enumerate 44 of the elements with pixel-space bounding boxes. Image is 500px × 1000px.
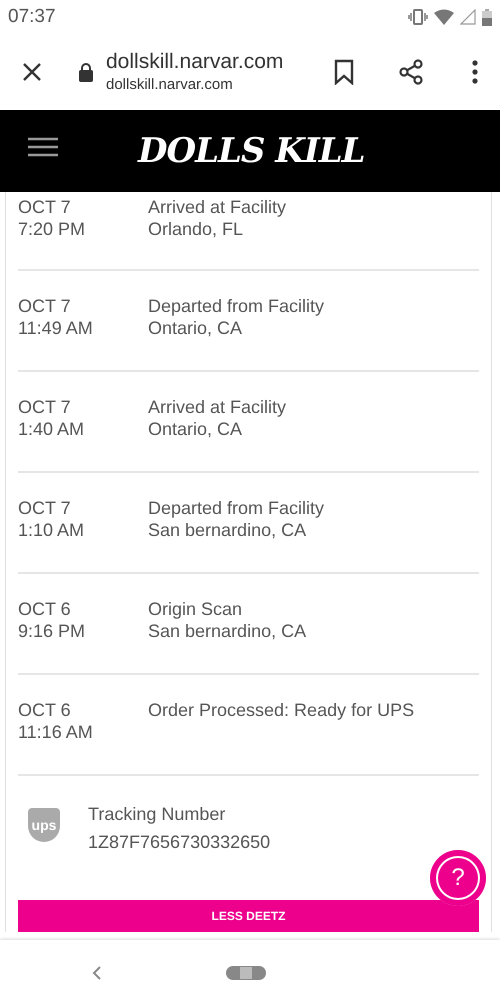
vibrate-icon <box>408 9 428 25</box>
bookmark-icon[interactable] <box>334 59 354 85</box>
event-time: 7:20 PM <box>18 218 86 240</box>
tracking-label: Tracking Number <box>88 803 226 826</box>
close-icon[interactable] <box>22 62 42 82</box>
event-location: Ontario, CA <box>148 317 244 339</box>
event-status: Origin Scan <box>148 598 244 620</box>
help-button[interactable]: ? <box>430 850 486 906</box>
event-location: Orlando, FL <box>148 218 244 240</box>
event-status: Departed from Facility <box>148 295 324 317</box>
wifi-icon <box>434 9 454 25</box>
back-icon[interactable] <box>92 964 102 980</box>
menu-icon[interactable] <box>28 137 58 157</box>
event-date: OCT 6 <box>18 699 72 721</box>
battery-icon <box>482 8 492 26</box>
event-status: Order Processed: Ready for UPS <box>148 699 414 721</box>
event-location: Ontario, CA <box>148 418 244 440</box>
event-status: Arrived at Facility <box>148 196 286 218</box>
more-icon[interactable] <box>472 60 478 84</box>
page-title: dollskill.narvar.com <box>106 49 284 75</box>
event-status: Arrived at Facility <box>148 396 286 418</box>
event-location: San bernardino, CA <box>148 519 308 541</box>
logo[interactable]: DOLLS KILL <box>138 131 365 171</box>
carrier-logo: ups <box>28 808 60 842</box>
event-location: San bernardino, CA <box>148 620 306 642</box>
url-text[interactable]: dollskill.narvar.com <box>106 75 334 95</box>
share-icon[interactable] <box>398 59 424 85</box>
event-date: OCT 7 <box>18 497 72 519</box>
event-status: Departed from Facility <box>148 497 324 519</box>
tracking-number: 1Z87F7656730332650 <box>88 831 270 854</box>
event-time: 11:16 AM <box>18 721 94 743</box>
event-date: OCT 7 <box>18 295 72 317</box>
event-date: OCT 7 <box>18 396 72 418</box>
less-details-button[interactable]: LESS DEETZ <box>18 900 479 932</box>
event-time: 9:16 PM <box>18 620 86 642</box>
home-pill-icon[interactable] <box>226 966 266 980</box>
event-date: OCT 6 <box>18 598 72 620</box>
lock-icon <box>78 62 94 82</box>
event-time: 1:10 AM <box>18 519 86 541</box>
event-time: 1:40 AM <box>18 418 86 440</box>
event-time: 11:49 AM <box>18 317 94 339</box>
event-date: OCT 7 <box>18 196 72 218</box>
signal-icon <box>460 9 476 25</box>
status-time: 07:37 <box>8 6 56 28</box>
